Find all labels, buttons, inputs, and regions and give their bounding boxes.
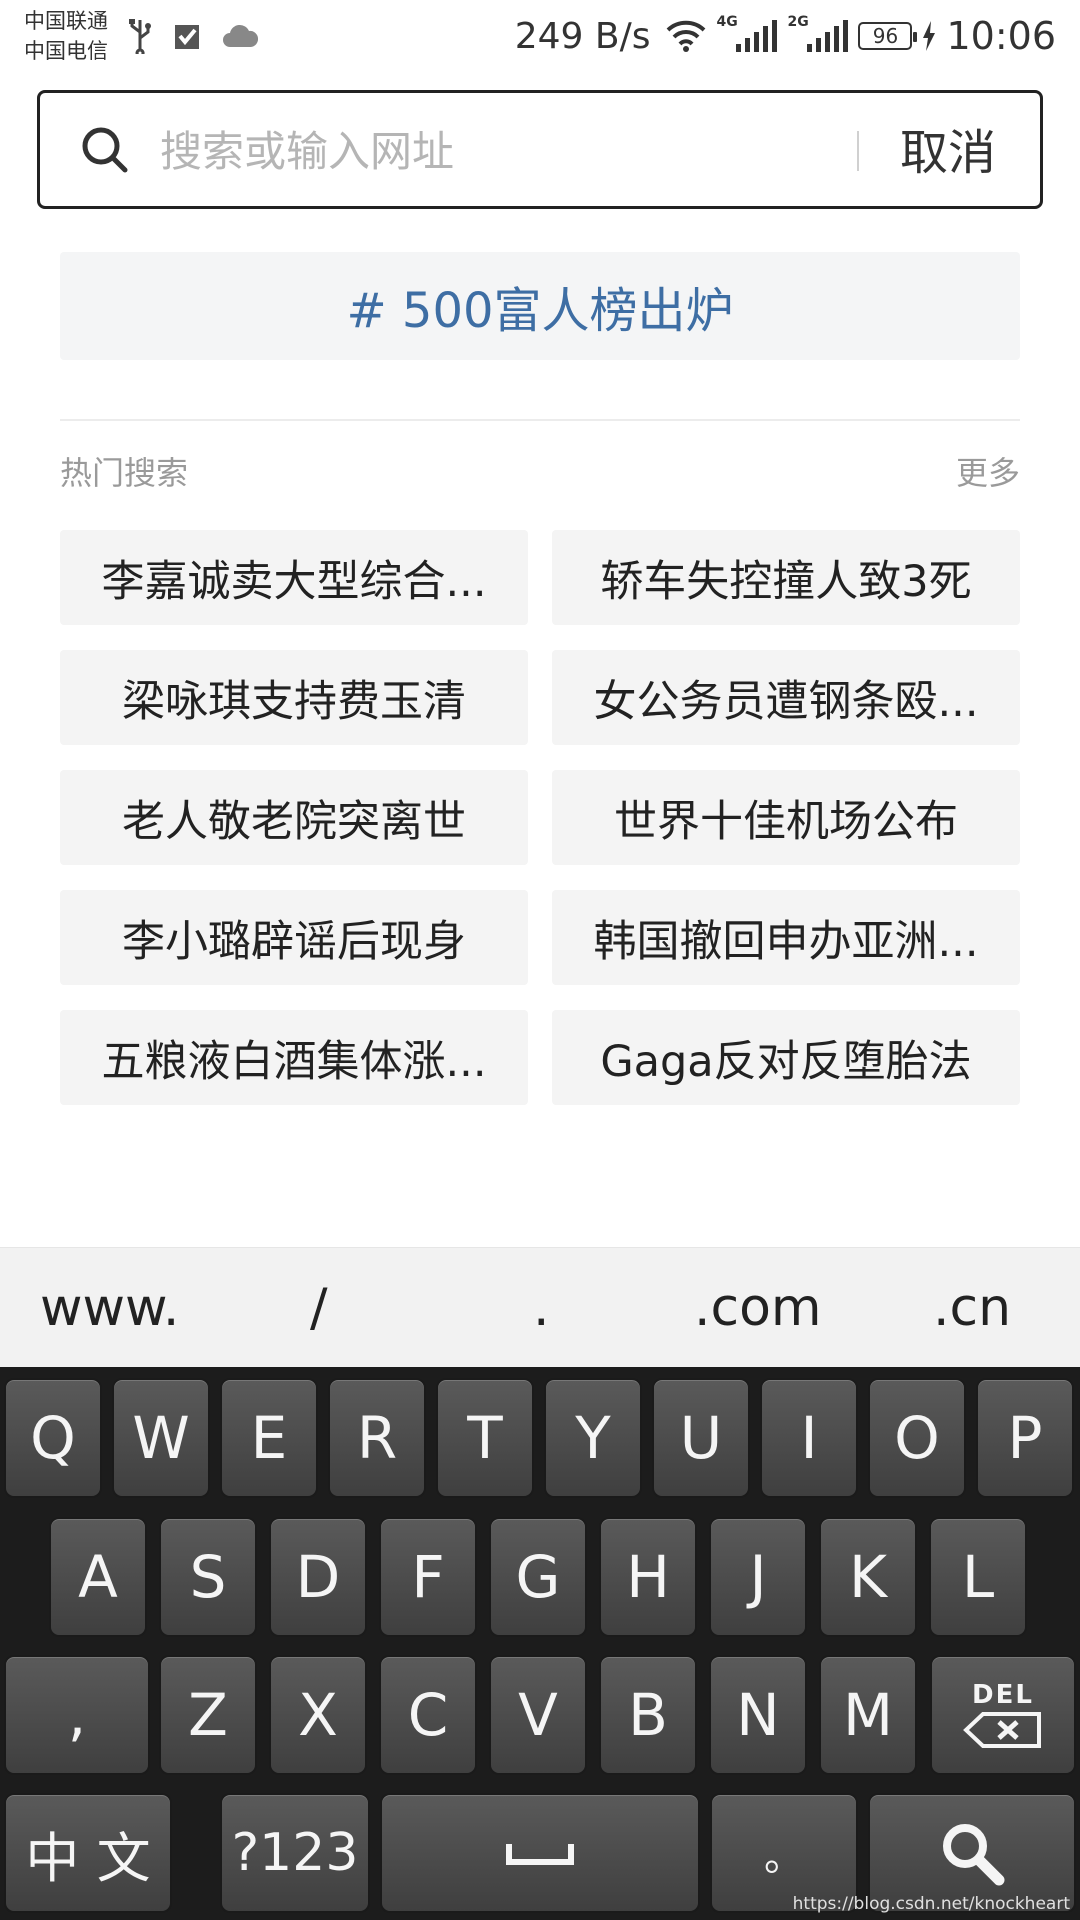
key-h[interactable]: H — [599, 1517, 697, 1637]
trending-topic-banner[interactable]: # 500富人榜出炉 — [60, 252, 1020, 360]
status-right: 249 B/s 4G 2G 96 10:06 — [515, 14, 1056, 58]
key-f[interactable]: F — [379, 1517, 477, 1637]
search-divider — [857, 131, 859, 171]
key-t[interactable]: T — [436, 1378, 534, 1498]
key-y[interactable]: Y — [544, 1378, 642, 1498]
browser-search-screen: 中国联通 中国电信 249 B/s 4G 2G 96 10:06 搜索或输入网址… — [0, 0, 1080, 1920]
url-shortcut-com[interactable]: .com — [694, 1278, 822, 1338]
key-comma[interactable]: , — [4, 1655, 150, 1775]
key-g[interactable]: G — [489, 1517, 587, 1637]
signal-icon: 2G — [787, 14, 849, 52]
url-shortcut-www[interactable]: www. — [40, 1278, 179, 1338]
battery-icon: 96 — [858, 22, 918, 50]
status-bar: 中国联通 中国电信 249 B/s 4G 2G 96 10:06 — [0, 0, 1080, 78]
key-v[interactable]: V — [489, 1655, 587, 1775]
key-z[interactable]: Z — [159, 1655, 257, 1775]
symbols-key-label: ?123 — [231, 1823, 359, 1883]
carrier-1: 中国联通 — [24, 9, 108, 33]
signal-icon: 4G — [716, 14, 778, 52]
soft-keyboard: 中 文 ?123 。 DEL https://blog.csdn.net/kno… — [0, 1367, 1080, 1920]
key-n[interactable]: N — [709, 1655, 807, 1775]
key-x[interactable]: X — [269, 1655, 367, 1775]
space-key[interactable] — [380, 1793, 700, 1913]
key-c[interactable]: C — [379, 1655, 477, 1775]
key-p[interactable]: P — [976, 1378, 1074, 1498]
usb-icon — [129, 19, 151, 54]
net-speed: 249 B/s — [514, 15, 651, 57]
hot-search-item[interactable]: 轿车失控撞人致3死 — [552, 530, 1020, 625]
carrier-names: 中国联通 中国电信 — [24, 6, 108, 66]
hot-search-item[interactable]: 五粮液白酒集体涨... — [60, 1010, 528, 1105]
backspace-icon — [963, 1712, 1041, 1748]
key-d[interactable]: D — [269, 1517, 367, 1637]
trending-topic-label: # 500富人榜出炉 — [346, 283, 734, 339]
hot-search-item[interactable]: 李嘉诚卖大型综合... — [60, 530, 528, 625]
hot-search-item[interactable]: 女公务员遭钢条殴... — [552, 650, 1020, 745]
url-shortcut-bar: www. / . .com .cn — [0, 1247, 1080, 1367]
key-r[interactable]: R — [328, 1378, 426, 1498]
key-l[interactable]: L — [929, 1517, 1027, 1637]
search-icon — [943, 1824, 1005, 1886]
carrier-2: 中国电信 — [24, 39, 108, 63]
key-u[interactable]: U — [652, 1378, 750, 1498]
clock: 10:06 — [946, 14, 1056, 58]
key-j[interactable]: J — [709, 1517, 807, 1637]
space-bar-icon — [506, 1844, 574, 1865]
key-i[interactable]: I — [760, 1378, 858, 1498]
signal-type-1: 4G — [716, 14, 738, 30]
charging-icon — [923, 21, 936, 51]
signal-type-2: 2G — [787, 14, 809, 30]
hot-search-item[interactable]: 世界十佳机场公布 — [552, 770, 1020, 865]
hot-search-grid: 李嘉诚卖大型综合... 轿车失控撞人致3死 梁咏琪支持费玉清 女公务员遭钢条殴... 老… — [60, 530, 1020, 1105]
hot-search-item[interactable]: 梁咏琪支持费玉清 — [60, 650, 528, 745]
search-bar: 取消 — [37, 90, 1043, 209]
delete-key[interactable]: DEL — [930, 1655, 1076, 1775]
hot-search-item[interactable]: 韩国撤回申办亚洲... — [552, 890, 1020, 985]
cancel-button[interactable]: 取消 — [900, 123, 996, 183]
key-q[interactable]: Q — [4, 1378, 102, 1498]
key-s[interactable]: S — [159, 1517, 257, 1637]
hot-search-item[interactable]: 李小璐辟谣后现身 — [60, 890, 528, 985]
key-m[interactable]: M — [819, 1655, 917, 1775]
key-k[interactable]: K — [819, 1517, 917, 1637]
language-switch-key[interactable]: 中 文 — [4, 1793, 172, 1913]
key-o[interactable]: O — [868, 1378, 966, 1498]
key-a[interactable]: A — [49, 1517, 147, 1637]
divider — [60, 419, 1020, 421]
search-input[interactable] — [160, 123, 720, 179]
watermark: https://blog.csdn.net/knockheart — [792, 1894, 1070, 1914]
search-icon — [82, 127, 128, 173]
wifi-icon — [667, 20, 706, 52]
delete-key-label: DEL — [972, 1680, 1034, 1710]
hot-search-item[interactable]: Gaga反对反堕胎法 — [552, 1010, 1020, 1105]
more-link[interactable]: 更多 — [956, 448, 1020, 494]
url-shortcut-cn[interactable]: .cn — [933, 1278, 1011, 1338]
notification-icons — [128, 18, 258, 54]
cloud-icon — [223, 24, 258, 47]
key-b[interactable]: B — [599, 1655, 697, 1775]
symbols-key[interactable]: ?123 — [220, 1793, 370, 1913]
key-w[interactable]: W — [112, 1378, 210, 1498]
hot-search-title: 热门搜索 — [60, 454, 189, 492]
key-e[interactable]: E — [220, 1378, 318, 1498]
url-shortcut-slash[interactable]: / — [310, 1278, 328, 1338]
check-icon — [175, 25, 199, 49]
url-shortcut-dot[interactable]: . — [533, 1278, 550, 1338]
hot-search-item[interactable]: 老人敬老院突离世 — [60, 770, 528, 865]
